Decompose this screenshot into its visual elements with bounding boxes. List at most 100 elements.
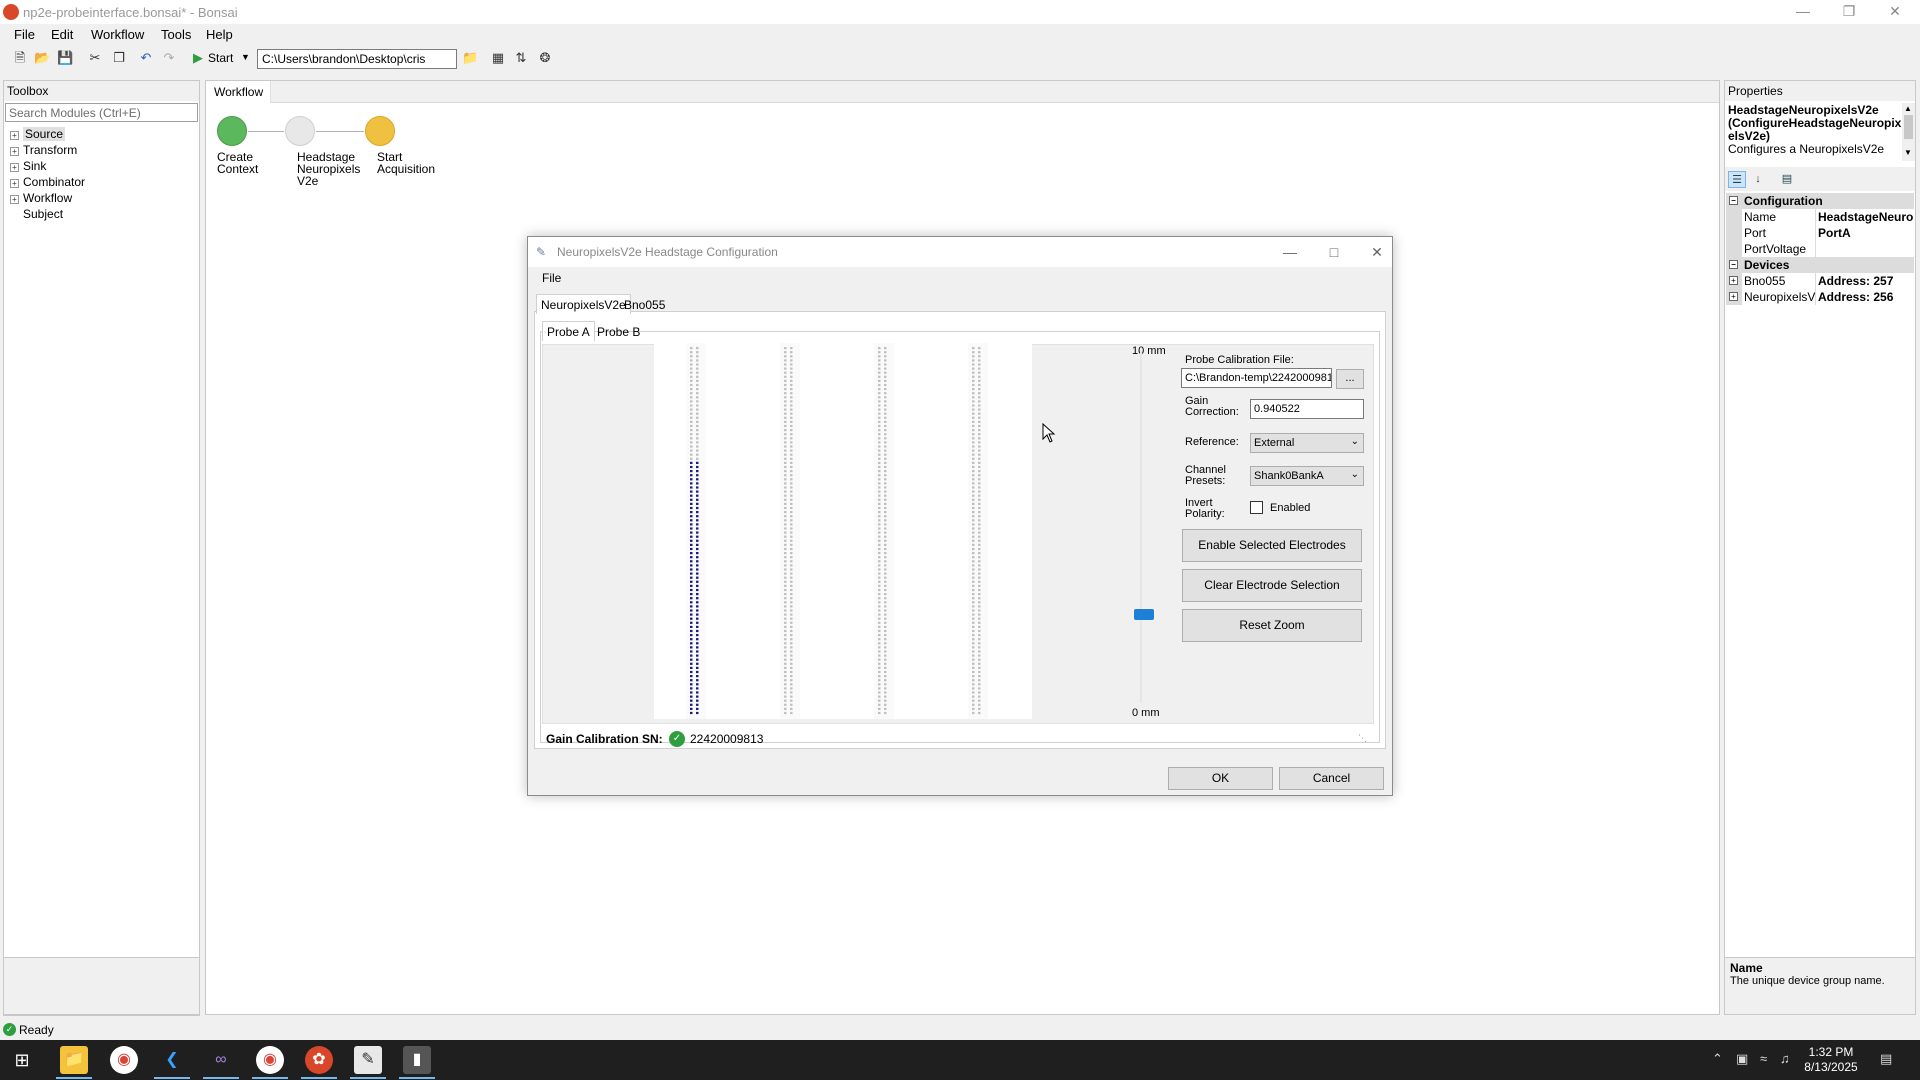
electrode[interactable]	[878, 363, 881, 366]
electrode[interactable]	[972, 445, 975, 448]
electrode[interactable]	[978, 363, 981, 366]
electrode-enabled[interactable]	[696, 576, 699, 579]
electrode[interactable]	[690, 453, 693, 456]
electrode-enabled[interactable]	[696, 687, 699, 690]
electrode[interactable]	[790, 498, 793, 501]
electrode-enabled[interactable]	[690, 711, 693, 715]
electrode[interactable]	[878, 613, 881, 616]
electrode[interactable]	[784, 662, 787, 665]
electrode[interactable]	[884, 707, 887, 710]
electrode[interactable]	[878, 560, 881, 563]
property-row-name[interactable]: NameHeadstageNeuropixelsV2e	[1726, 209, 1914, 225]
electrode[interactable]	[784, 584, 787, 587]
electrode-enabled[interactable]	[696, 519, 699, 522]
electrode[interactable]	[972, 609, 975, 612]
collapse-icon[interactable]: −	[1729, 260, 1738, 269]
electrode[interactable]	[972, 699, 975, 702]
electrode[interactable]	[878, 662, 881, 665]
electrode-enabled[interactable]	[690, 535, 693, 538]
electrode[interactable]	[790, 666, 793, 669]
electrode[interactable]	[884, 371, 887, 374]
electrode[interactable]	[696, 429, 699, 432]
electrode[interactable]	[978, 564, 981, 567]
electrode[interactable]	[972, 420, 975, 423]
electrode[interactable]	[972, 383, 975, 387]
electrode[interactable]	[790, 675, 793, 678]
electrode[interactable]	[784, 474, 787, 477]
electrode[interactable]	[784, 437, 787, 440]
electrode-enabled[interactable]	[696, 511, 699, 514]
electrode[interactable]	[884, 691, 887, 694]
electrode-enabled[interactable]	[696, 531, 699, 534]
electrode-enabled[interactable]	[690, 482, 693, 485]
electrode[interactable]	[972, 576, 975, 579]
electrode-enabled[interactable]	[690, 580, 693, 583]
electrode[interactable]	[972, 527, 975, 530]
electrode[interactable]	[784, 572, 787, 575]
electrode[interactable]	[790, 367, 793, 370]
electrode[interactable]	[878, 543, 881, 546]
electrode[interactable]	[784, 621, 787, 624]
electrode[interactable]	[884, 445, 887, 448]
probe-electrodes-svg[interactable]	[654, 343, 1032, 719]
electrode[interactable]	[884, 634, 887, 637]
electrode-enabled[interactable]	[690, 666, 693, 669]
electrode[interactable]	[790, 347, 793, 350]
electrode[interactable]	[978, 634, 981, 637]
electrode[interactable]	[972, 531, 975, 534]
electrode[interactable]	[878, 568, 881, 571]
electrode[interactable]	[878, 351, 881, 354]
electrode-enabled[interactable]	[696, 556, 699, 559]
electrode[interactable]	[878, 494, 881, 497]
electrode[interactable]	[978, 400, 981, 403]
electrode[interactable]	[784, 482, 787, 485]
electrode[interactable]	[878, 383, 881, 387]
electrode[interactable]	[784, 547, 787, 551]
tree-item-transform[interactable]: + Transform	[10, 143, 77, 159]
electrode[interactable]	[690, 375, 693, 378]
electrode[interactable]	[878, 461, 881, 464]
electrode[interactable]	[784, 707, 787, 710]
electrode[interactable]	[978, 687, 981, 690]
electrode[interactable]	[696, 408, 699, 411]
electrode[interactable]	[978, 646, 981, 649]
electrode[interactable]	[972, 650, 975, 653]
electrode[interactable]	[972, 351, 975, 354]
electrode-enabled[interactable]	[690, 605, 693, 608]
electrode-enabled[interactable]	[690, 527, 693, 530]
electrode[interactable]	[884, 359, 887, 362]
electrode[interactable]	[978, 638, 981, 641]
electrode-enabled[interactable]	[690, 634, 693, 637]
electrode[interactable]	[884, 683, 887, 686]
electrode-enabled[interactable]	[690, 707, 693, 710]
electrode[interactable]	[972, 584, 975, 587]
electrode[interactable]	[978, 449, 981, 452]
electrode[interactable]	[878, 519, 881, 522]
electrode[interactable]	[978, 675, 981, 678]
electrode[interactable]	[978, 424, 981, 428]
electrode[interactable]	[884, 412, 887, 415]
electrode[interactable]	[878, 416, 881, 419]
electrode[interactable]	[972, 638, 975, 641]
open-folder-icon[interactable]: 📂	[34, 50, 50, 66]
electrode[interactable]	[884, 420, 887, 423]
electrode[interactable]	[784, 433, 787, 436]
electrode-enabled[interactable]	[690, 601, 693, 604]
electrode[interactable]	[978, 679, 981, 682]
electrode-enabled[interactable]	[690, 650, 693, 653]
electrode[interactable]	[972, 470, 975, 473]
electrode[interactable]	[790, 506, 793, 510]
electrode[interactable]	[972, 511, 975, 514]
electrode[interactable]	[884, 527, 887, 530]
electrode[interactable]	[790, 564, 793, 567]
electrode[interactable]	[784, 576, 787, 579]
electrode[interactable]	[884, 642, 887, 645]
electrode[interactable]	[978, 511, 981, 514]
electrode[interactable]	[790, 568, 793, 571]
save-icon[interactable]: 💾	[57, 50, 73, 66]
electrode-enabled[interactable]	[696, 658, 699, 661]
electrode-enabled[interactable]	[690, 629, 693, 633]
electrode[interactable]	[690, 379, 693, 382]
electrode[interactable]	[696, 404, 699, 407]
electrode[interactable]	[790, 625, 793, 628]
